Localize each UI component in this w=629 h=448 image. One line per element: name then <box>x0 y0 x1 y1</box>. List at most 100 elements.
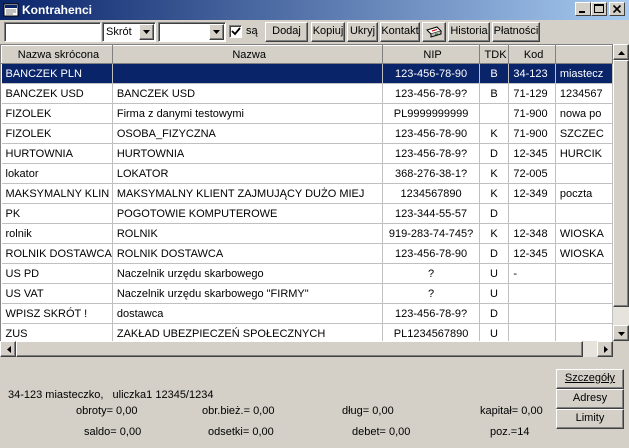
table-cell: PL9999999999 <box>382 103 480 124</box>
position-value: poz.=14 <box>490 426 530 438</box>
table-cell: ZAKŁAD UBEZPIECZEŃ SPOŁECZNYCH <box>112 323 384 341</box>
scroll-up-button[interactable] <box>613 44 629 60</box>
table-cell: D <box>479 243 510 264</box>
addresses-button[interactable]: Adresy <box>556 389 624 409</box>
mode-select-dropdown-button[interactable] <box>209 24 224 40</box>
printer-icon <box>426 26 442 38</box>
history-button[interactable]: Historia <box>448 22 490 42</box>
table-cell: miastecz <box>555 63 613 84</box>
table-row[interactable]: US PD Naczelnik urzędu skarbowego? U - <box>1 263 613 284</box>
table-cell: BANCZEK USD <box>112 83 384 104</box>
table-cell: lokator <box>1 163 113 184</box>
table-cell: 12-345 <box>508 243 556 264</box>
search-input[interactable] <box>4 22 101 42</box>
table-cell <box>508 203 556 224</box>
column-header[interactable]: Nazwa skrócona <box>1 45 113 64</box>
table-row[interactable]: BANCZEK PLN 123-456-78-90 B 34-123 miastecz <box>1 63 613 84</box>
table-cell: K <box>479 123 510 144</box>
table-cell: D <box>479 203 510 224</box>
horizontal-scrollbar[interactable] <box>0 341 613 357</box>
table-cell: U <box>479 323 510 341</box>
minimize-button[interactable] <box>575 2 591 16</box>
maximize-button[interactable] <box>591 2 607 16</box>
table-row[interactable]: lokator LOKATOR 368-276-38-1? K 72-005 <box>1 163 613 184</box>
table-row[interactable]: BANCZEK USD BANCZEK USD 123-456-78-9? B 71-1… <box>1 83 613 104</box>
table-cell: WIOSKA <box>555 243 613 264</box>
table-row[interactable]: MAKSYMALNY KLIN MAKSYMALNY KLIENT ZAJMUJĄ… <box>1 183 613 204</box>
table-cell <box>555 303 613 324</box>
app-icon <box>3 2 19 18</box>
table-cell <box>479 103 510 124</box>
scrollbar-corner <box>613 341 629 357</box>
scroll-down-button[interactable] <box>613 325 629 341</box>
column-header[interactable] <box>554 45 613 64</box>
table-cell: PK <box>1 203 113 224</box>
table-cell: - <box>508 263 556 284</box>
table-row[interactable]: rolnik ROLNIK 919-283-74-745? K 12-348 WIOSKA <box>1 223 613 244</box>
table-cell: POGOTOWIE KOMPUTEROWE <box>112 203 384 224</box>
table-cell: nowa po <box>555 103 613 124</box>
title-bar[interactable]: Kontrahenci <box>0 0 629 20</box>
contact-button[interactable]: Kontakt <box>380 22 420 42</box>
checkmark-icon <box>231 27 241 36</box>
table-row[interactable]: HURTOWNIA HURTOWNIA 123-456-78-9? D 12-345 HU… <box>1 143 613 164</box>
table-cell: 12-345 <box>508 143 556 164</box>
arrow-right-icon <box>604 346 608 353</box>
close-button[interactable] <box>609 2 625 16</box>
chevron-down-icon <box>143 30 150 34</box>
table-cell: SZCZEC <box>555 123 613 144</box>
details-panel: 34-123 miasteczko, uliczka1 12345/1234 o… <box>0 357 629 448</box>
scroll-left-button[interactable] <box>0 341 16 357</box>
table-cell: 1234567890 <box>382 183 480 204</box>
contractors-grid[interactable]: Nazwa skrócona Nazwa NIP TDK Kod BANCZEK PLN… <box>0 44 613 341</box>
table-row[interactable]: ZUS ZAKŁAD UBEZPIECZEŃ SPOŁECZNYCH PL12345… <box>1 323 613 341</box>
vertical-scrollbar[interactable] <box>613 44 629 341</box>
details-button[interactable]: Szczegóły <box>556 369 624 389</box>
table-row[interactable]: PK POGOTOWIE KOMPUTEROWE 123-344-55-57 D <box>1 203 613 224</box>
table-cell: 368-276-38-1? <box>382 163 480 184</box>
payments-button[interactable]: Płatności <box>492 22 540 42</box>
column-header[interactable]: Kod <box>508 45 556 64</box>
table-row[interactable]: FIZOLEK Firma z danymi testowymi PL9999999… <box>1 103 613 124</box>
table-cell: MAKSYMALNY KLIN <box>1 183 113 204</box>
table-cell: FIZOLEK <box>1 123 113 144</box>
table-cell: US PD <box>1 263 113 284</box>
arrow-left-icon <box>7 346 11 353</box>
table-cell: U <box>479 283 510 304</box>
table-cell: 123-456-78-9? <box>382 143 480 164</box>
scroll-thumb[interactable] <box>613 60 629 307</box>
table-cell <box>555 283 613 304</box>
column-header[interactable]: NIP <box>382 45 480 64</box>
horizontal-scroll-thumb[interactable] <box>16 341 583 357</box>
add-button[interactable]: Dodaj <box>265 22 308 42</box>
mode-select[interactable] <box>158 22 226 42</box>
table-row[interactable]: ROLNIK DOSTAWCA ROLNIK DOSTAWCA 123-456-78… <box>1 243 613 264</box>
hide-button[interactable]: Ukryj <box>347 22 378 42</box>
field-select[interactable]: Skrót <box>102 22 156 42</box>
table-cell <box>508 283 556 304</box>
table-cell: MAKSYMALNY KLIENT ZAJMUJĄCY DUŻO MIEJ <box>112 183 384 204</box>
field-select-dropdown-button[interactable] <box>139 24 154 40</box>
table-cell: 1234567 <box>555 83 613 104</box>
print-button[interactable] <box>422 22 446 42</box>
table-row[interactable]: US VAT Naczelnik urzędu skarbowego "FIRMY… <box>1 283 613 304</box>
table-cell: B <box>479 83 510 104</box>
table-row[interactable]: FIZOLEK OSOBA_FIZYCZNA 123-456-78-90 K 71-90… <box>1 123 613 144</box>
column-header[interactable]: Nazwa <box>111 45 384 64</box>
column-header[interactable]: TDK <box>478 45 510 64</box>
table-cell: dostawca <box>112 303 384 324</box>
table-cell: 71-129 <box>508 83 556 104</box>
table-cell: OSOBA_FIZYCZNA <box>112 123 384 144</box>
field-select-value: Skrót <box>106 26 132 38</box>
obroty-value: obroty= 0,00 <box>76 405 138 417</box>
limits-button[interactable]: Limity <box>556 409 624 429</box>
table-cell: 71-900 <box>508 123 556 144</box>
table-row[interactable]: WPISZ SKRÓT ! dostawca 123-456-78-9? D <box>1 303 613 324</box>
scroll-right-button[interactable] <box>597 341 613 357</box>
table-cell: ZUS <box>1 323 113 341</box>
table-cell: 34-123 <box>508 63 556 84</box>
visible-checkbox[interactable] <box>229 25 242 38</box>
table-cell <box>555 163 613 184</box>
chevron-down-icon <box>213 30 220 34</box>
copy-button[interactable]: Kopiuj <box>311 22 345 42</box>
